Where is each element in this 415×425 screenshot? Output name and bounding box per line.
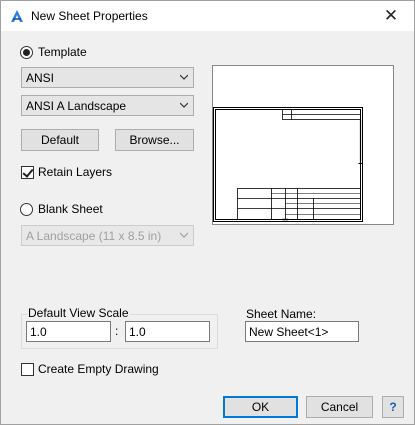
chevron-down-icon xyxy=(180,102,188,108)
sheet-name-value: New Sheet<1> xyxy=(249,325,329,339)
retain-layers-checkbox[interactable] xyxy=(21,166,34,179)
standard-dropdown[interactable]: ANSI xyxy=(21,67,194,88)
chevron-down-icon xyxy=(180,232,188,238)
close-button[interactable]: ✕ xyxy=(368,1,414,31)
default-button[interactable]: Default xyxy=(21,129,99,151)
window-title: New Sheet Properties xyxy=(31,9,148,23)
blank-sheet-radio-label: Blank Sheet xyxy=(38,202,103,216)
scale-numerator-input[interactable]: 1.0 xyxy=(26,321,111,342)
retain-layers-label: Retain Layers xyxy=(38,165,113,179)
template-radio-label: Template xyxy=(38,45,87,59)
standard-dropdown-value: ANSI xyxy=(26,71,55,85)
template-radio[interactable] xyxy=(20,46,33,59)
sheet-preview xyxy=(212,65,394,225)
title-block-preview-graphic xyxy=(213,107,363,222)
create-empty-drawing-label: Create Empty Drawing xyxy=(38,362,159,376)
cancel-button[interactable]: Cancel xyxy=(306,396,373,418)
dialog-window: New Sheet Properties ✕ Template ANSI ANS… xyxy=(0,0,415,425)
blank-sheet-size-value: A Landscape (11 x 8.5 in) xyxy=(26,229,162,243)
view-scale-group-label: Default View Scale xyxy=(27,306,130,320)
blank-sheet-radio[interactable] xyxy=(20,203,33,216)
sheet-size-dropdown[interactable]: ANSI A Landscape xyxy=(21,95,194,116)
app-logo-icon xyxy=(11,10,23,22)
scale-separator: : xyxy=(115,324,119,338)
scale-denominator-value: 1.0 xyxy=(129,325,146,339)
create-empty-drawing-checkbox[interactable] xyxy=(21,363,34,376)
sheet-name-input[interactable]: New Sheet<1> xyxy=(245,321,359,342)
scale-denominator-input[interactable]: 1.0 xyxy=(125,321,210,342)
scale-numerator-value: 1.0 xyxy=(30,325,47,339)
help-button[interactable]: ? xyxy=(382,396,404,418)
title-bar: New Sheet Properties ✕ xyxy=(1,1,414,31)
chevron-down-icon xyxy=(180,74,188,80)
sheet-size-dropdown-value: ANSI A Landscape xyxy=(26,99,127,113)
blank-sheet-size-dropdown[interactable]: A Landscape (11 x 8.5 in) xyxy=(21,225,194,246)
sheet-name-label: Sheet Name: xyxy=(246,307,317,321)
browse-button[interactable]: Browse... xyxy=(115,129,194,151)
ok-button[interactable]: OK xyxy=(223,396,298,418)
